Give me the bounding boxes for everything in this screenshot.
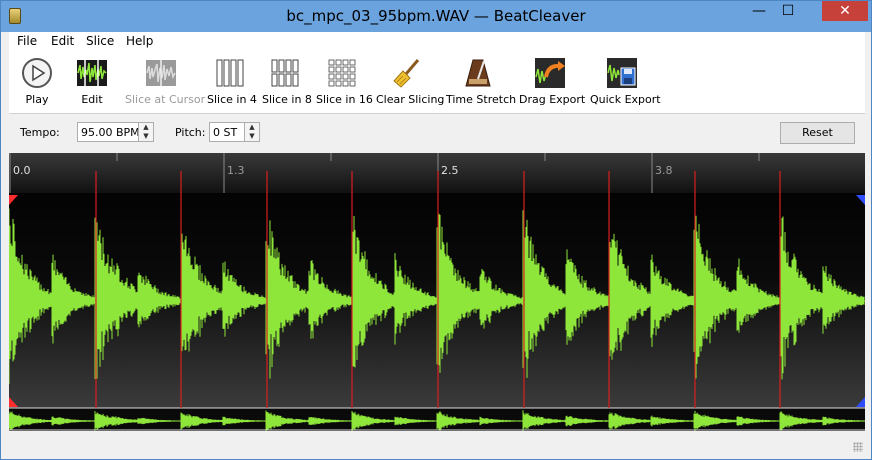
play-button[interactable]: Play (17, 57, 57, 106)
quick-export-label: Quick Export (590, 93, 661, 106)
slice-cursor-icon (146, 60, 176, 86)
pitch-up-arrow-icon[interactable]: ▲ (245, 123, 259, 132)
tempo-label: Tempo: (20, 126, 60, 139)
app-window: bc_mpc_03_95bpm.WAV — BeatCleaver — ☐ ✕ … (0, 0, 872, 460)
ruler-label: 2.5 (441, 164, 459, 177)
timeline-ruler (9, 153, 865, 193)
slice-in-4-button[interactable]: Slice in 4 (207, 57, 257, 106)
edit-waveform-icon (77, 60, 107, 86)
menu-help[interactable]: Help (126, 34, 153, 48)
slice-8-icon (271, 59, 299, 87)
reset-button[interactable]: Reset (780, 122, 855, 144)
tempo-down-arrow-icon[interactable]: ▼ (139, 132, 153, 141)
time-stretch-button[interactable]: Time Stretch (446, 57, 517, 106)
broom-icon (393, 59, 420, 88)
clear-slicing-button[interactable]: Clear Slicing (376, 57, 445, 106)
quick-export-button[interactable]: Quick Export (590, 57, 661, 106)
slice-at-cursor-label: Slice at Cursor (125, 93, 206, 106)
edit-label: Edit (81, 93, 103, 106)
drag-export-button[interactable]: Drag Export (519, 57, 586, 106)
title-bar[interactable]: bc_mpc_03_95bpm.WAV — BeatCleaver — ☐ ✕ (1, 1, 871, 32)
drag-export-label: Drag Export (519, 93, 586, 106)
window-title: bc_mpc_03_95bpm.WAV — BeatCleaver (286, 7, 586, 25)
quick-export-icon (607, 58, 637, 88)
time-stretch-label: Time Stretch (446, 93, 517, 106)
control-bar: Tempo: 95.00 BPM ▲ ▼ Pitch: 0 ST ▲ ▼ Res… (9, 114, 865, 152)
slice-4-icon (216, 59, 244, 87)
resize-grip-icon[interactable] (853, 442, 863, 452)
tempo-up-arrow-icon[interactable]: ▲ (139, 123, 153, 132)
edit-button[interactable]: Edit (71, 57, 113, 106)
tempo-value[interactable]: 95.00 BPM (81, 126, 140, 139)
metronome-icon (465, 59, 491, 87)
pitch-spinbox[interactable]: 0 ST ▲ ▼ (209, 122, 260, 142)
pitch-label: Pitch: (175, 126, 206, 139)
menu-edit[interactable]: Edit (51, 34, 74, 48)
slice-16-icon (328, 59, 356, 87)
drag-export-icon (535, 58, 565, 88)
slice-in-8-button[interactable]: Slice in 8 (262, 57, 312, 106)
toolbar: Play Edit Slice at Cursor Slice in 4 Sli… (9, 53, 865, 114)
play-label: Play (25, 93, 49, 106)
slice-in-8-label: Slice in 8 (262, 93, 312, 106)
pitch-down-arrow-icon[interactable]: ▼ (245, 132, 259, 141)
slice-in-16-button[interactable]: Slice in 16 (316, 57, 373, 106)
menu-bar: File Edit Slice Help (9, 32, 865, 53)
play-icon (22, 58, 52, 88)
tempo-spinbox[interactable]: 95.00 BPM ▲ ▼ (77, 122, 154, 142)
slice-at-cursor-button[interactable]: Slice at Cursor (125, 57, 206, 106)
minimize-button[interactable]: — (745, 1, 773, 21)
pitch-stepper[interactable]: ▲ ▼ (244, 123, 259, 141)
clear-slicing-label: Clear Slicing (376, 93, 445, 106)
close-button[interactable]: ✕ (822, 1, 868, 21)
ruler-label: 0.0 (13, 164, 31, 177)
status-bar (9, 432, 865, 454)
ruler-label: 1.3 (227, 164, 245, 177)
slice-in-4-label: Slice in 4 (207, 93, 257, 106)
slice-in-16-label: Slice in 16 (316, 93, 373, 106)
menu-file[interactable]: File (17, 34, 37, 48)
waveform-editor[interactable]: 0.0 1.3 2.5 3.8 (8, 153, 867, 432)
pitch-value[interactable]: 0 ST (213, 126, 237, 139)
tempo-stepper[interactable]: ▲ ▼ (138, 123, 153, 141)
menu-slice[interactable]: Slice (86, 34, 114, 48)
waveform-canvas[interactable]: 0.0 1.3 2.5 3.8 (8, 153, 867, 432)
maximize-button[interactable]: ☐ (774, 1, 802, 21)
ruler-label: 3.8 (655, 164, 673, 177)
